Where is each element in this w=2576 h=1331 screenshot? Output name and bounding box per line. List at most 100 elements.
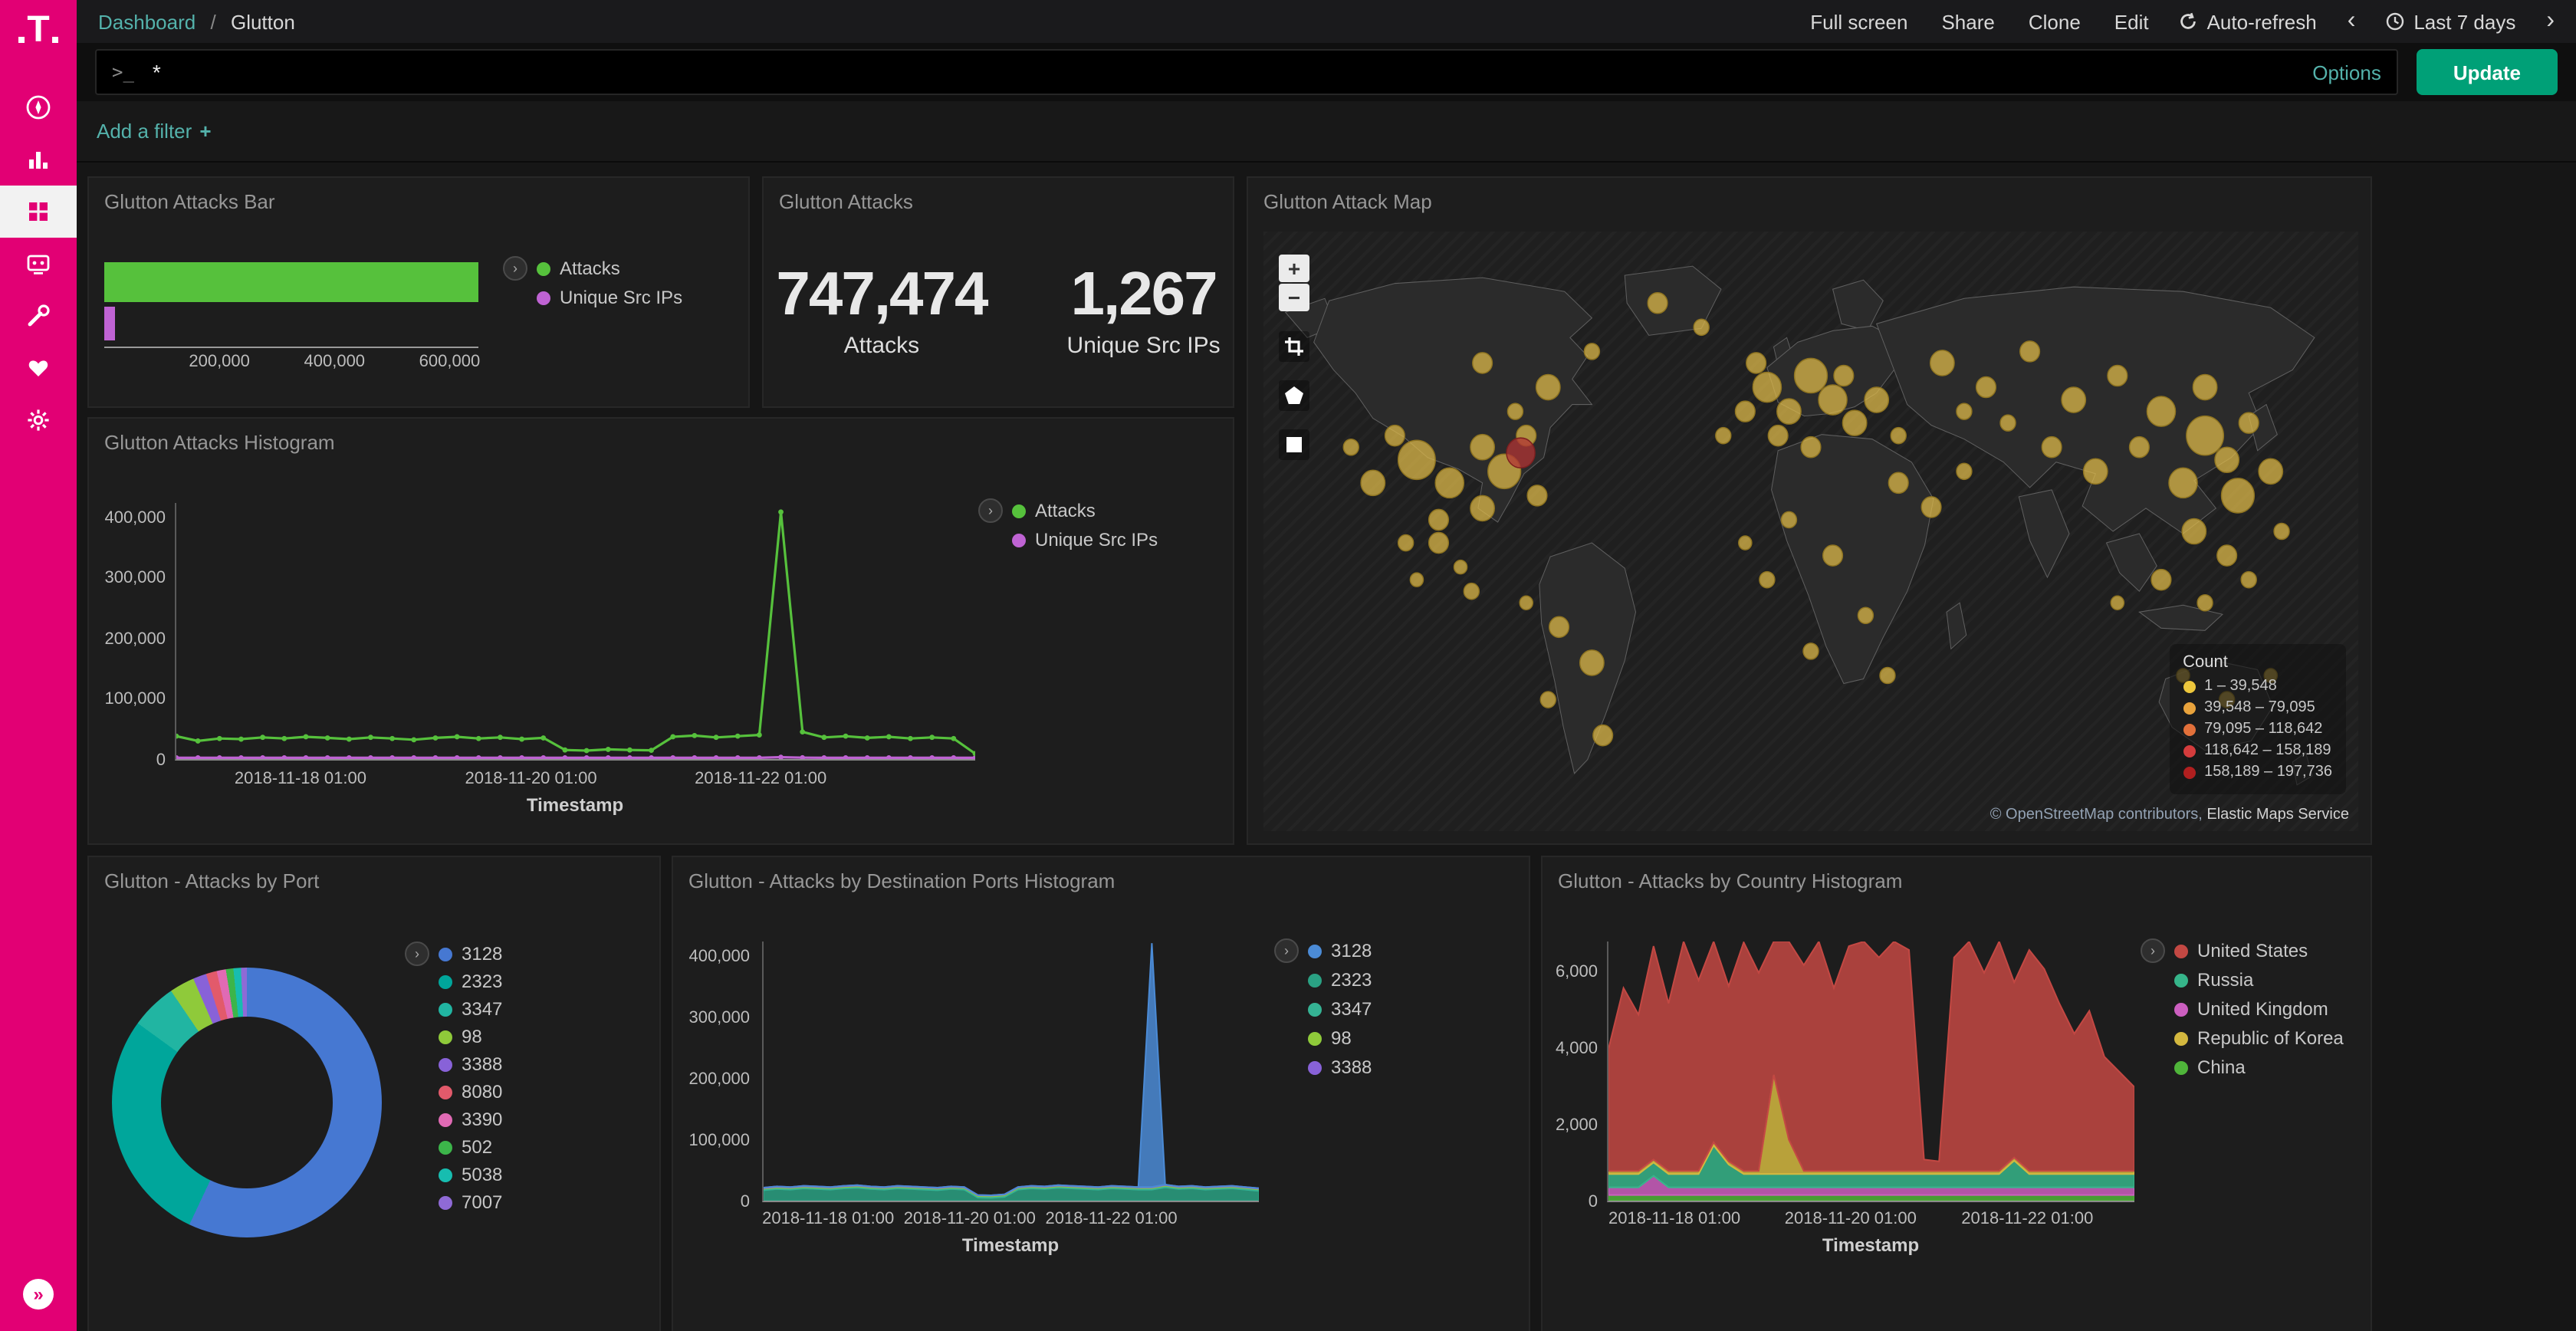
data-point[interactable] [886,755,892,759]
map-point[interactable] [1527,485,1547,506]
data-point[interactable] [519,755,524,759]
data-point[interactable] [325,735,330,741]
data-point[interactable] [433,755,439,759]
map-point[interactable] [1819,385,1847,415]
bar-Unique Src IPs[interactable] [104,307,115,340]
osm-attribution-link[interactable]: © OpenStreetMap contributors, [1990,807,2203,823]
data-point[interactable] [281,736,287,741]
map-point[interactable] [1823,545,1843,566]
map-point[interactable] [1343,439,1359,455]
legend-item[interactable]: Unique Src IPs [537,287,682,308]
data-point[interactable] [563,755,568,759]
map-point[interactable] [1858,607,1873,623]
legend-toggle-button[interactable]: › [503,256,527,281]
map-point[interactable] [1410,573,1423,587]
map-point[interactable] [1957,403,1972,419]
legend-item[interactable]: 2323 [439,971,502,992]
data-point[interactable] [757,732,762,738]
map-point[interactable] [1746,353,1766,373]
legend-item[interactable]: 3388 [439,1053,502,1075]
data-point[interactable] [217,736,222,741]
legend-item[interactable]: 3388 [1308,1057,1372,1078]
map-point[interactable] [1803,643,1819,659]
series-area-Russia[interactable] [1608,1145,2134,1188]
legend-item[interactable]: 7007 [439,1191,502,1213]
map-point[interactable] [2274,523,2289,539]
map-point[interactable] [1593,725,1613,746]
data-point[interactable] [540,755,546,759]
legend-item[interactable]: 98 [1308,1027,1372,1049]
donut-chart[interactable] [112,968,382,1237]
map-point[interactable] [1429,509,1449,530]
map-point[interactable] [1580,650,1604,675]
legend-item[interactable]: 502 [439,1136,502,1158]
map-point[interactable] [1777,399,1801,424]
legend-toggle-button[interactable]: › [1274,938,1299,963]
map-point[interactable] [1921,497,1941,518]
series-area-3347[interactable] [764,1186,1259,1198]
data-point[interactable] [498,755,503,759]
legend-item[interactable]: 8080 [439,1081,502,1103]
map-point[interactable] [2241,572,2256,588]
map-point[interactable] [1735,401,1755,422]
data-point[interactable] [176,734,179,739]
legend-item[interactable]: 3128 [439,943,502,965]
data-point[interactable] [304,755,309,759]
legend-item[interactable]: 3390 [439,1109,502,1130]
data-point[interactable] [843,734,849,739]
map-point[interactable] [1507,403,1523,419]
data-point[interactable] [563,748,568,753]
rectangle-tool-button[interactable] [1279,429,1309,460]
legend-toggle-button[interactable]: › [2141,938,2165,963]
data-point[interactable] [670,735,675,740]
map-point[interactable] [2130,437,2150,458]
legend-toggle-button[interactable]: › [978,498,1003,523]
update-button[interactable]: Update [2417,49,2558,95]
data-point[interactable] [886,735,892,740]
legend-item[interactable]: 98 [439,1026,502,1047]
map-point[interactable] [2217,545,2237,566]
map-point[interactable] [1540,692,1556,708]
data-point[interactable] [821,735,826,740]
sidebar-item-discover[interactable] [0,81,77,133]
query-input[interactable] [153,60,2297,84]
data-point[interactable] [368,735,373,740]
map-point[interactable] [2222,478,2255,513]
legend-item[interactable]: Attacks [537,258,682,279]
sidebar-item-dashboard[interactable] [0,186,77,238]
map-point[interactable] [1454,560,1467,574]
data-point[interactable] [714,755,719,759]
map-point[interactable] [1398,440,1436,479]
map-point[interactable] [1429,533,1449,554]
sidebar-item-monitor[interactable] [0,238,77,290]
sidebar-item-devtools[interactable] [0,290,77,342]
data-point[interactable] [735,755,741,759]
time-forward-button[interactable]: › [2546,12,2555,31]
data-point[interactable] [368,755,373,759]
map-point[interactable] [2182,518,2206,544]
map-point[interactable] [1888,472,1908,493]
options-link[interactable]: Options [2312,61,2381,84]
data-point[interactable] [929,735,935,740]
data-point[interactable] [540,735,546,741]
data-point[interactable] [670,755,675,759]
map-point[interactable] [1385,426,1405,446]
map-point[interactable] [2147,396,2175,426]
attacks-bar-chart[interactable] [104,262,478,348]
time-back-button[interactable]: ‹ [2348,12,2356,31]
map-point[interactable] [1549,616,1569,637]
breadcrumb-dashboard-link[interactable]: Dashboard [98,10,196,33]
map-point[interactable] [1694,319,1709,335]
data-point[interactable] [692,733,697,738]
map-point[interactable] [1716,428,1731,444]
map-point[interactable] [2111,596,2124,610]
data-point[interactable] [735,734,741,739]
data-point[interactable] [778,509,784,514]
data-point[interactable] [217,755,222,759]
data-point[interactable] [347,737,352,742]
legend-item[interactable]: 3347 [1308,998,1372,1020]
data-point[interactable] [411,755,416,759]
data-point[interactable] [476,755,481,759]
dest-ports-histogram-chart[interactable] [762,942,1259,1202]
map-point[interactable] [1361,470,1385,495]
